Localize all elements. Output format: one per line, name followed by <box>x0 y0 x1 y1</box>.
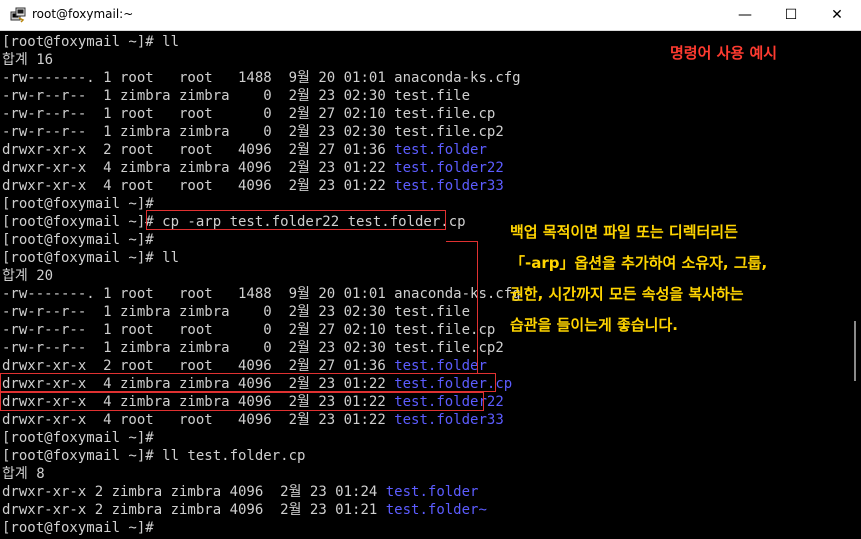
putty-icon <box>10 7 26 23</box>
directory-name: test.folder <box>385 484 479 500</box>
minimize-icon: — <box>738 7 752 23</box>
terminal-line: [root@foxymail ~]# ll test.folder.cp <box>2 447 521 465</box>
terminal-lines: [root@foxymail ~]# ll 합계 16 -rw-------. 1 … <box>2 33 521 537</box>
terminal-line-text: -rw-r--r-- 1 zimbra zimbra 0 2월 23 02:30… <box>2 340 504 356</box>
directory-name: test.folder <box>394 142 487 158</box>
terminal-line: [root@foxymail ~]# ll <box>2 249 521 267</box>
scrollbar-thumb[interactable] <box>854 321 856 381</box>
terminal-line: -rw-------. 1 root root 1488 9월 20 01:01… <box>2 69 521 87</box>
directory-name: test.folder~ <box>385 502 487 518</box>
terminal-line-text: -rw-r--r-- 1 zimbra zimbra 0 2월 23 02:30… <box>2 88 471 104</box>
annotation-note-line: 권한, 시간까지 모든 속성을 복사하는 <box>510 285 744 303</box>
terminal-line: -rw-r--r-- 1 zimbra zimbra 0 2월 23 02:30… <box>2 339 521 357</box>
terminal-line-text: drwxr-xr-x 4 root root 4096 2월 23 01:22 <box>2 412 395 428</box>
terminal-line: -rw-r--r-- 1 root root 0 2월 27 02:10 tes… <box>2 321 521 339</box>
terminal-line-text: -rw-r--r-- 1 root root 0 2월 27 02:10 tes… <box>2 322 496 338</box>
terminal-line-text: -rw-r--r-- 1 zimbra zimbra 0 2월 23 02:30… <box>2 304 471 320</box>
highlight-copied-folder-row <box>0 373 496 392</box>
terminal-output[interactable]: [root@foxymail ~]# ll 합계 16 -rw-------. 1 … <box>0 31 849 539</box>
annotation-note-line: 「-arp」옵션을 추가하여 소유자, 그룹, <box>510 254 768 272</box>
annotation-note: 백업 목적이면 파일 또는 디렉터리든 「-arp」옵션을 추가하여 소유자, … <box>510 217 767 341</box>
terminal-line-text: [root@foxymail ~]# <box>2 520 154 536</box>
terminal-line-text: drwxr-xr-x 2 zimbra zimbra 4096 2월 23 01… <box>2 502 386 518</box>
terminal-line: drwxr-xr-x 2 zimbra zimbra 4096 2월 23 01… <box>2 501 521 519</box>
annotation-title: 명령어 사용 예시 <box>670 44 778 62</box>
directory-name: test.folder <box>394 358 487 374</box>
terminal-line-text: [root@foxymail ~]# ll <box>2 34 180 50</box>
window-title: root@foxymail:~ <box>32 7 134 21</box>
terminal-line-text: -rw-r--r-- 1 root root 0 2월 27 02:10 tes… <box>2 106 496 122</box>
maximize-button[interactable]: ☐ <box>768 0 814 30</box>
terminal-line: drwxr-xr-x 4 zimbra zimbra 4096 2월 23 01… <box>2 159 521 177</box>
maximize-icon: ☐ <box>784 7 798 23</box>
highlight-connector-vertical <box>477 241 478 374</box>
highlight-cp-command <box>146 210 446 230</box>
terminal-line-text: 합계 20 <box>2 268 54 284</box>
terminal-line-text: 합계 8 <box>2 466 45 482</box>
minimize-button[interactable]: — <box>722 0 768 30</box>
terminal-line-text: drwxr-xr-x 4 zimbra zimbra 4096 2월 23 01… <box>2 160 395 176</box>
directory-name: test.folder22 <box>394 160 504 176</box>
terminal-line-text: -rw-------. 1 root root 1488 9월 20 01:01… <box>2 70 521 86</box>
terminal-line-text: [root@foxymail ~]# <box>2 232 154 248</box>
vertical-scrollbar[interactable] <box>849 31 861 539</box>
highlight-source-folder-row <box>0 392 484 411</box>
terminal-line-text: [root@foxymail ~]# <box>2 196 154 212</box>
terminal-line: -rw-r--r-- 1 root root 0 2월 27 02:10 tes… <box>2 105 521 123</box>
terminal-line: [root@foxymail ~]# <box>2 519 521 537</box>
terminal-line: 합계 20 <box>2 267 521 285</box>
terminal-line-text: 합계 16 <box>2 52 54 68</box>
terminal-line-text: drwxr-xr-x 2 root root 4096 2월 27 01:36 <box>2 142 395 158</box>
terminal-line: [root@foxymail ~]# <box>2 429 521 447</box>
window-titlebar[interactable]: root@foxymail:~ — ☐ ✕ <box>0 0 861 31</box>
close-button[interactable]: ✕ <box>814 0 860 30</box>
terminal-line-text: drwxr-xr-x 2 root root 4096 2월 27 01:36 <box>2 358 395 374</box>
terminal-line-text: drwxr-xr-x 2 zimbra zimbra 4096 2월 23 01… <box>2 484 386 500</box>
terminal-line: [root@foxymail ~]# <box>2 231 521 249</box>
terminal-line: 합계 8 <box>2 465 521 483</box>
terminal-line-text: -rw-------. 1 root root 1488 9월 20 01:01… <box>2 286 521 302</box>
directory-name: test.folder33 <box>394 178 504 194</box>
terminal-line: 합계 16 <box>2 51 521 69</box>
terminal-line: [root@foxymail ~]# ll <box>2 33 521 51</box>
terminal-line: drwxr-xr-x 4 root root 4096 2월 23 01:22 … <box>2 177 521 195</box>
terminal-line-text: [root@foxymail ~]# ll test.folder.cp <box>2 448 306 464</box>
terminal-line-text: drwxr-xr-x 4 root root 4096 2월 23 01:22 <box>2 178 395 194</box>
close-icon: ✕ <box>831 7 843 23</box>
directory-name: test.folder33 <box>394 412 504 428</box>
terminal-line: -rw-------. 1 root root 1488 9월 20 01:01… <box>2 285 521 303</box>
highlight-connector-horizontal <box>446 241 478 242</box>
terminal-line: drwxr-xr-x 2 root root 4096 2월 27 01:36 … <box>2 141 521 159</box>
terminal-line-text: -rw-r--r-- 1 zimbra zimbra 0 2월 23 02:30… <box>2 124 504 140</box>
terminal-line: -rw-r--r-- 1 zimbra zimbra 0 2월 23 02:30… <box>2 303 521 321</box>
terminal-line: -rw-r--r-- 1 zimbra zimbra 0 2월 23 02:30… <box>2 123 521 141</box>
terminal-line: drwxr-xr-x 4 root root 4096 2월 23 01:22 … <box>2 411 521 429</box>
terminal-line: drwxr-xr-x 2 zimbra zimbra 4096 2월 23 01… <box>2 483 521 501</box>
terminal-line-text: [root@foxymail ~]# ll <box>2 250 180 266</box>
annotation-note-line: 습관을 들이는게 좋습니다. <box>510 316 678 334</box>
annotation-note-line: 백업 목적이면 파일 또는 디렉터리든 <box>510 223 738 241</box>
terminal-line-text: [root@foxymail ~]# <box>2 430 154 446</box>
terminal-line: -rw-r--r-- 1 zimbra zimbra 0 2월 23 02:30… <box>2 87 521 105</box>
